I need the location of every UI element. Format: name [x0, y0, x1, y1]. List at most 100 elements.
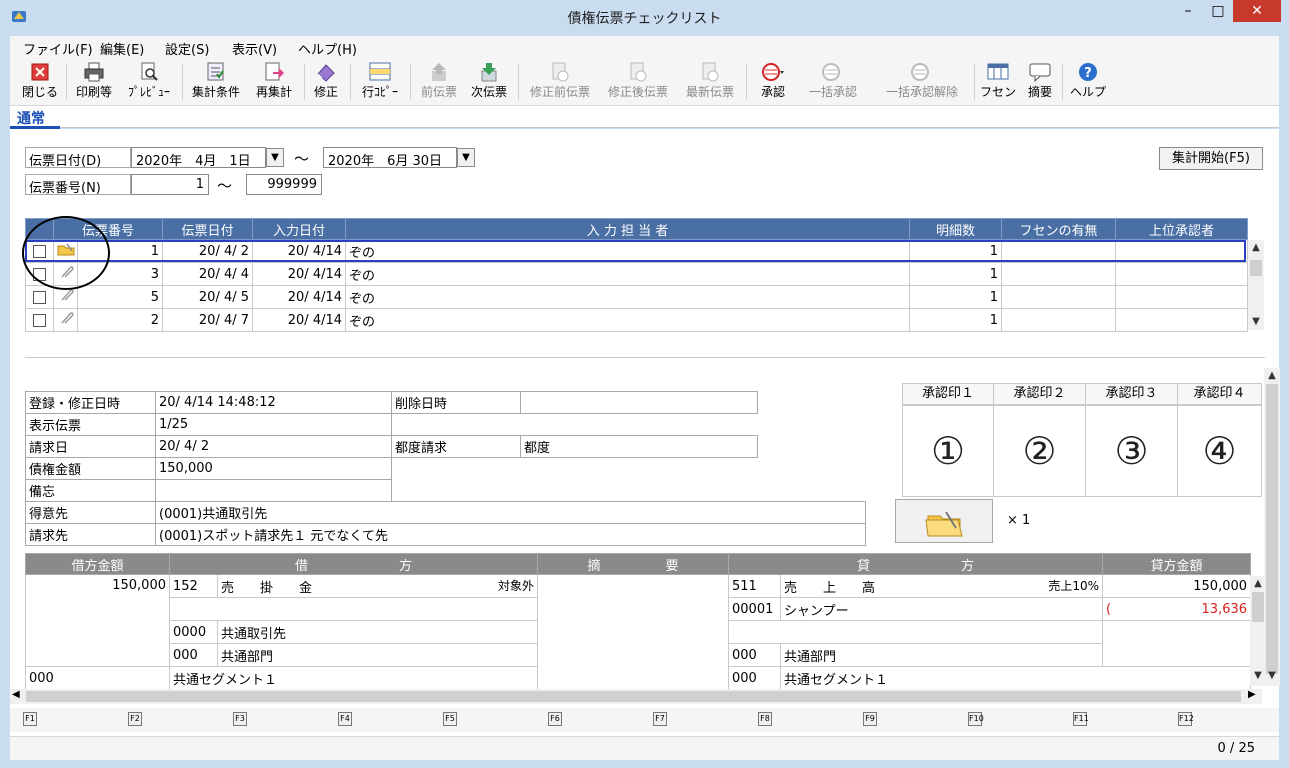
disp-label: 表示伝票 — [25, 413, 156, 436]
customer-value: (0001)共通取引先 — [155, 501, 866, 524]
amount-label: 債権金額 — [25, 457, 156, 480]
number-to-input[interactable]: 999999 — [246, 174, 322, 195]
table-row[interactable]: 2 20/ 4/ 7 20/ 4/14 ぞの 1 — [25, 308, 1249, 332]
close-window-button[interactable]: ✕ — [1233, 0, 1281, 22]
fkey-f1[interactable]: F1 — [23, 712, 37, 726]
menu-edit[interactable]: 編集(E) — [100, 39, 144, 58]
memo-button[interactable]: 摘要 — [1022, 60, 1058, 104]
header-credit: 貸 方 — [728, 553, 1104, 575]
menu-settings[interactable]: 設定(S) — [165, 39, 209, 58]
tab-strip — [10, 106, 1279, 128]
scroll-up-icon[interactable]: ▲ — [1250, 578, 1266, 589]
row-checkbox[interactable] — [33, 290, 46, 304]
detail-scrollbar[interactable]: ▲ ▼ — [1264, 368, 1280, 686]
credit-name: 売 上 高 — [784, 580, 876, 596]
reg-label: 登録・修正日時 — [25, 391, 156, 414]
scroll-right-icon[interactable]: ▶ — [1248, 689, 1256, 700]
stamp-slot-3[interactable]: ③ — [1085, 405, 1178, 497]
menu-view[interactable]: 表示(V) — [232, 39, 277, 58]
header-input-date[interactable]: 入力日付 — [252, 218, 347, 240]
stamp-header-1: 承認印１ — [902, 383, 994, 405]
header-approver[interactable]: 上位承認者 — [1115, 218, 1249, 240]
after-edit-button[interactable]: 修正後伝票 — [602, 60, 674, 104]
person: ぞの — [345, 308, 911, 332]
fusen-button[interactable]: フセン — [978, 60, 1018, 104]
recalc-button[interactable]: 再集計 — [248, 60, 300, 104]
fkey-f10[interactable]: F10 — [968, 712, 984, 726]
fkey-f11[interactable]: F11 — [1073, 712, 1089, 726]
help-label: ヘルプ — [1069, 85, 1106, 99]
slip-list-scrollbar[interactable]: ▲ ▼ — [1248, 240, 1264, 330]
detail-count: 1 — [909, 285, 1003, 309]
journal-scrollbar[interactable]: ▲ ▼ — [1250, 576, 1266, 686]
help-button[interactable]: ? ヘルプ — [1066, 60, 1110, 104]
date-to-input[interactable]: 2020年 6月 30日 — [323, 147, 457, 169]
person: ぞの — [345, 262, 911, 286]
stamp-slot-4[interactable]: ④ — [1177, 405, 1262, 497]
latest-slip-button[interactable]: 最新伝票 — [680, 60, 740, 104]
print-button[interactable]: 印刷等 — [70, 60, 118, 104]
fkey-f6[interactable]: F6 — [548, 712, 562, 726]
edit-button[interactable]: 修正 — [308, 60, 344, 104]
fkey-f12[interactable]: F12 — [1178, 712, 1194, 726]
bulk-approve-button[interactable]: 一括承認 — [800, 60, 866, 104]
approve-button[interactable]: 承認 — [750, 60, 796, 104]
fkey-f2[interactable]: F2 — [128, 712, 142, 726]
scroll-thumb[interactable] — [26, 691, 1241, 702]
summary-cell — [537, 574, 730, 690]
row-checkbox[interactable] — [33, 313, 46, 327]
stamp-slot-2[interactable]: ② — [993, 405, 1086, 497]
scroll-up-icon[interactable]: ▲ — [1248, 242, 1264, 253]
del-label: 削除日時 — [391, 391, 521, 414]
start-aggregate-button[interactable]: 集計開始(F5) — [1159, 147, 1263, 170]
minimize-button[interactable]: – — [1172, 0, 1204, 22]
scroll-down-icon[interactable]: ▼ — [1264, 670, 1280, 681]
fusen-folder-button[interactable] — [895, 499, 993, 543]
prev-slip-icon — [432, 63, 446, 81]
fkey-f9[interactable]: F9 — [863, 712, 877, 726]
scroll-left-icon[interactable]: ◀ — [12, 689, 20, 700]
menu-file[interactable]: ファイル(F) — [23, 39, 93, 58]
table-row[interactable]: 3 20/ 4/ 4 20/ 4/14 ぞの 1 — [25, 262, 1249, 286]
prev-slip-button[interactable]: 前伝票 — [416, 60, 462, 104]
scroll-thumb[interactable] — [1252, 592, 1264, 622]
scroll-thumb[interactable] — [1250, 260, 1262, 276]
fkey-f8[interactable]: F8 — [758, 712, 772, 726]
header-fusen[interactable]: フセンの有無 — [1001, 218, 1117, 240]
row-copy-button[interactable]: 行ｺﾋﾟｰ — [354, 60, 406, 104]
bulk-unapprove-label: 一括承認解除 — [885, 85, 958, 99]
scroll-thumb[interactable] — [1266, 384, 1278, 674]
preview-button[interactable]: ﾌﾟﾚﾋﾞｭｰ — [122, 60, 176, 104]
date-from-dropdown[interactable]: ▼ — [266, 148, 284, 167]
date-from-input[interactable]: 2020年 4月 1日 — [131, 147, 266, 169]
scroll-up-icon[interactable]: ▲ — [1264, 370, 1280, 381]
before-edit-button[interactable]: 修正前伝票 — [524, 60, 596, 104]
maximize-button[interactable]: □ — [1202, 0, 1234, 22]
preview-label: ﾌﾟﾚﾋﾞｭｰ — [127, 85, 170, 99]
scroll-down-icon[interactable]: ▼ — [1250, 670, 1266, 681]
credit-code: 511 — [728, 574, 782, 598]
header-details[interactable]: 明細数 — [909, 218, 1003, 240]
date-to-dropdown[interactable]: ▼ — [457, 148, 475, 167]
header-person[interactable]: 入 力 担 当 者 — [345, 218, 911, 240]
number-from-input[interactable]: 1 — [131, 174, 209, 195]
fkey-f7[interactable]: F7 — [653, 712, 667, 726]
menu-help[interactable]: ヘルプ(H) — [298, 39, 357, 58]
stamp-slot-1[interactable]: ① — [902, 405, 994, 497]
fkey-f5[interactable]: F5 — [443, 712, 457, 726]
customer-label: 得意先 — [25, 501, 156, 524]
next-slip-button[interactable]: 次伝票 — [466, 60, 512, 104]
folder-clip-icon — [925, 511, 963, 537]
credit-sub-code: 00001 — [728, 597, 782, 621]
bulk-unapprove-button[interactable]: 一括承認解除 — [874, 60, 970, 104]
close-button[interactable]: 閉じる — [18, 60, 62, 104]
condition-button[interactable]: 集計条件 — [188, 60, 244, 104]
table-row[interactable]: 5 20/ 4/ 5 20/ 4/14 ぞの 1 — [25, 285, 1249, 309]
tab-normal[interactable]: 通常 — [10, 108, 60, 129]
fkey-f3[interactable]: F3 — [233, 712, 247, 726]
debit-name: 売 掛 金 — [221, 580, 313, 596]
fkey-f4[interactable]: F4 — [338, 712, 352, 726]
horizontal-scrollbar[interactable]: ◀ ▶ — [10, 689, 1262, 704]
scroll-down-icon[interactable]: ▼ — [1248, 316, 1264, 327]
header-slip-date[interactable]: 伝票日付 — [162, 218, 254, 240]
